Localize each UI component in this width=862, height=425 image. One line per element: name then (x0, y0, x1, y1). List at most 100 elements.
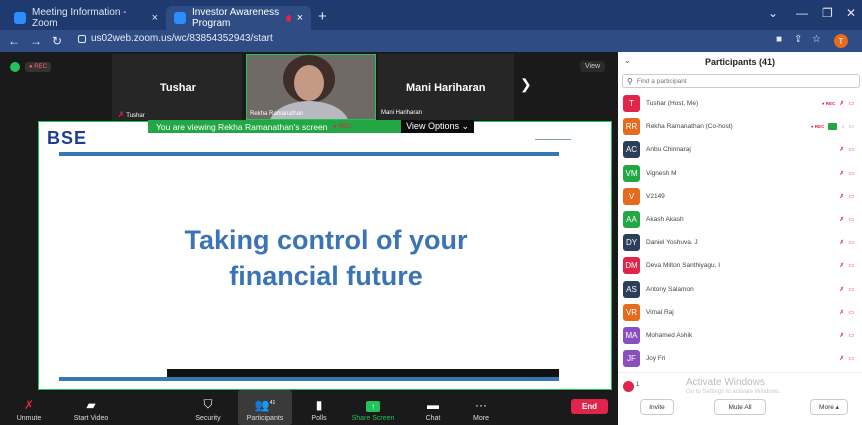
avatar: VM (623, 164, 640, 182)
share-screen-icon: ↑ (366, 401, 380, 412)
screen-share-icon (828, 123, 838, 131)
polls-button[interactable]: ▮ Polls (304, 390, 334, 425)
close-window-icon[interactable]: ✕ (846, 6, 856, 20)
recording-dot-icon (285, 14, 291, 22)
avatar: AA (623, 211, 640, 229)
zoom-favicon-icon (14, 12, 26, 24)
participant-status: ✗ ▭ (839, 286, 854, 293)
meeting-toolbar: ✗ Unmute ▰ Start Video ⛉ Security 👥41 Pa… (0, 390, 618, 425)
view-options-button[interactable]: View Options ⌄ (401, 120, 474, 133)
avatar: AS (623, 280, 640, 298)
muted-mic-icon: ✗ (839, 356, 845, 363)
star-icon[interactable]: ☆ (812, 34, 821, 45)
tab-investor-awareness[interactable]: Investor Awareness Program × (166, 6, 311, 30)
participant-row[interactable]: DM Deva Milton Santhiyagu. I ✗ ▭ (618, 254, 862, 277)
video-off-icon: ▰ (86, 398, 96, 412)
participant-status: ● REC ♪ ▭ (810, 123, 854, 131)
muted-mic-icon: ✗ (839, 170, 845, 177)
video-off-icon: ▭ (848, 263, 854, 270)
muted-mic-icon: ✗ (118, 110, 125, 119)
close-tab-icon[interactable]: × (152, 12, 158, 24)
unmute-button[interactable]: ✗ Unmute (14, 390, 44, 425)
participant-row[interactable]: T Tushar (Host, Me) ● REC ✗ ▭ (618, 92, 862, 115)
new-tab-button[interactable]: + (318, 8, 327, 25)
participant-row[interactable]: VR Vimal Raj ✗ ▭ (618, 301, 862, 324)
participant-row[interactable]: RR Rekha Ramanathan (Co-host) ● REC ♪ ▭ (618, 115, 862, 138)
mute-all-button[interactable]: Mute All (714, 399, 766, 415)
url-text: us02web.zoom.us/wc/83854352943/start (91, 33, 273, 44)
chat-button[interactable]: ▬ Chat (418, 390, 448, 425)
participant-status: ✗ ▭ (839, 239, 854, 246)
panel-title: Participants (41) (704, 57, 776, 67)
tile-label: Mani Hariharan (381, 110, 423, 116)
invite-button[interactable]: Invite (640, 399, 674, 415)
avatar: DY (623, 234, 640, 252)
recording-badge: ● REC (810, 124, 825, 130)
corner-logo-icon (535, 130, 571, 140)
muted-mic-icon: ✗ (839, 101, 845, 108)
muted-mic-icon: ✗ (839, 332, 845, 339)
more-button[interactable]: ··· More (466, 390, 496, 425)
tab-meeting-information[interactable]: Meeting Information - Zoom × (6, 6, 166, 30)
muted-mic-icon: ✗ (839, 309, 845, 316)
url-field[interactable]: us02web.zoom.us/wc/83854352943/start (78, 33, 273, 44)
participant-row[interactable]: AA Akash Akash ✗ ▭ (618, 208, 862, 231)
reload-icon[interactable]: ↻ (52, 34, 62, 48)
video-tile-rekha[interactable]: Rekha Ramanathan (246, 54, 376, 120)
participant-row[interactable]: AS Antony Salamon ✗ ▭ (618, 278, 862, 301)
end-meeting-button[interactable]: End (571, 399, 608, 414)
search-icon: ⚲ (627, 76, 633, 86)
participant-row[interactable]: V V2149 ✗ ▭ (618, 185, 862, 208)
share-icon[interactable]: ⇪ (794, 34, 802, 45)
participant-status: ✗ ▭ (839, 332, 854, 339)
shared-screen: BSE Taking control of your financial fut… (38, 121, 612, 390)
recording-badge[interactable]: ● REC (25, 62, 51, 72)
camera-icon[interactable]: ■ (776, 34, 782, 45)
share-screen-button[interactable]: ↑ Share Screen (347, 390, 399, 425)
screen-share-banner: You are viewing Rekha Ramanathan's scree… (148, 120, 474, 133)
participant-row[interactable]: AC Anbu Chinnaraj ✗ ▭ (618, 138, 862, 161)
security-button[interactable]: ⛉ Security (188, 390, 228, 425)
participant-status: ✗ ▭ (839, 193, 854, 200)
avatar: RR (623, 118, 640, 136)
participants-icon: 👥41 (254, 398, 276, 412)
participant-name: Tushar (Host, Me) (646, 100, 699, 108)
video-tile-tushar[interactable]: Tushar ✗ Tushar (112, 54, 242, 120)
participant-row[interactable]: VM Vignesh M ✗ ▭ (618, 162, 862, 185)
more-options-button[interactable]: More ▴ (810, 399, 848, 415)
profile-avatar[interactable]: T (834, 34, 848, 48)
muted-mic-icon: ✗ (839, 217, 845, 224)
view-button[interactable]: View (580, 61, 606, 72)
back-icon[interactable]: ← (8, 34, 20, 48)
participant-name: Vignesh M (646, 169, 677, 177)
participants-button[interactable]: 👥41 Participants (238, 390, 292, 425)
minimize-icon[interactable]: — (796, 6, 808, 20)
participant-row[interactable]: JF Joy Fri ✗ ▭ (618, 347, 862, 370)
tab-title: Meeting Information - Zoom (32, 7, 127, 29)
participant-status: ● REC ✗ ▭ (822, 100, 854, 107)
close-tab-icon[interactable]: × (297, 12, 303, 24)
video-tile-mani[interactable]: Mani Hariharan Mani Hariharan (378, 54, 514, 120)
forward-icon[interactable]: → (30, 34, 42, 48)
meeting-status: ● REC (10, 62, 51, 72)
participant-name: Joy Fri (646, 355, 666, 363)
tile-name: Tushar (160, 82, 196, 94)
start-video-button[interactable]: ▰ Start Video (66, 390, 116, 425)
avatar: MA (623, 326, 640, 344)
next-page-icon[interactable]: ❯ (520, 76, 532, 93)
maximize-icon[interactable]: ❐ (822, 6, 833, 20)
participant-search[interactable]: ⚲ (622, 74, 860, 88)
shield-icon[interactable] (10, 62, 20, 72)
bse-logo: BSE (47, 128, 88, 148)
participant-row[interactable]: DY Daniel Yoshuva. J ✗ ▭ (618, 231, 862, 254)
shield-icon: ⛉ (203, 397, 213, 411)
tab-search-icon[interactable]: ⌄ (768, 6, 778, 20)
slide-footer-bar (167, 369, 559, 377)
video-off-icon: ▭ (848, 286, 854, 293)
participant-status: ✗ ▭ (839, 262, 854, 269)
participant-name: Antony Salamon (646, 285, 694, 293)
search-input[interactable] (636, 77, 837, 85)
slide-title: Taking control of your financial future (184, 225, 468, 291)
participant-row[interactable]: MA Mohamed Ashik ✗ ▭ (618, 324, 862, 347)
video-off-icon: ▭ (848, 309, 854, 316)
